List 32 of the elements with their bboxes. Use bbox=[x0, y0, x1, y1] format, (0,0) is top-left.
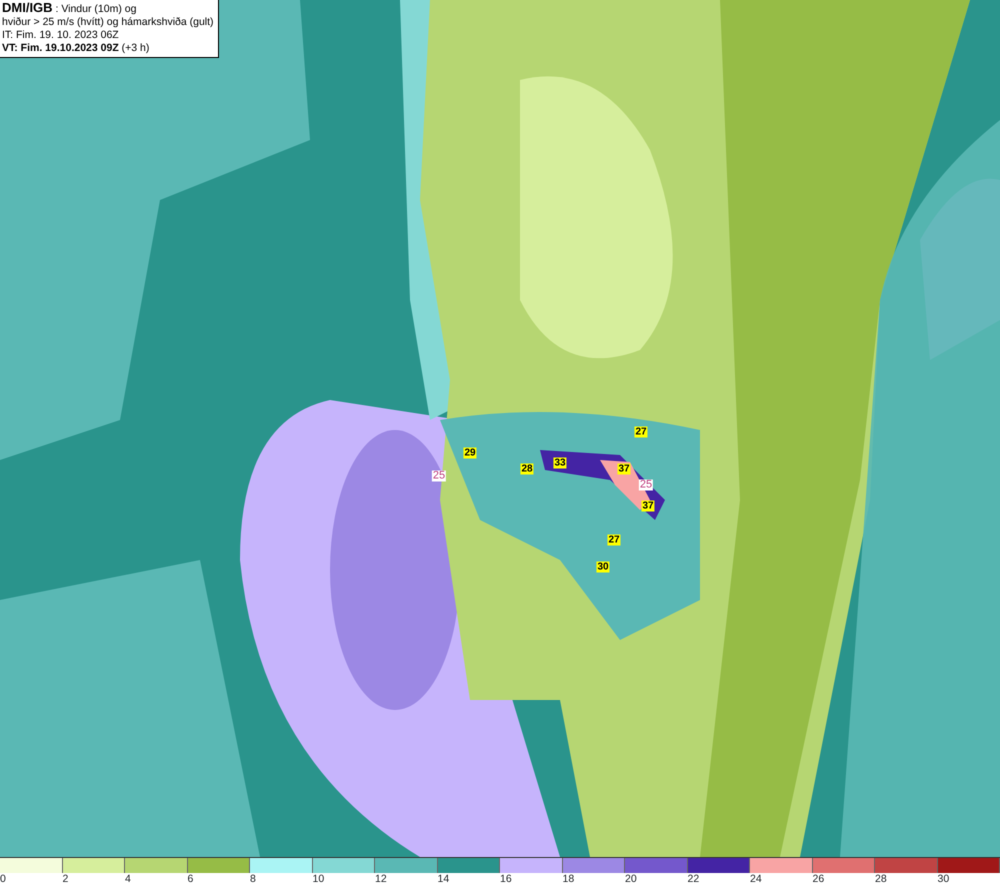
map-source: DMI/IGB bbox=[2, 0, 53, 15]
valid-time: VT: Fim. 19.10.2023 09Z bbox=[2, 42, 119, 54]
legend-tick: 2 bbox=[62, 873, 68, 885]
contour-label: 25 bbox=[638, 480, 654, 490]
legend-tick: 24 bbox=[750, 873, 762, 885]
gust-label: 27 bbox=[634, 426, 648, 438]
map-subtitle: hviður > 25 m/s (hvítt) og hámarkshviða (gult) bbox=[2, 16, 214, 28]
map-title: : Vindur (10m) og bbox=[55, 3, 136, 15]
legend-tick: 26 bbox=[812, 873, 824, 885]
legend-tick: 22 bbox=[688, 873, 700, 885]
legend-tick: 6 bbox=[188, 873, 194, 885]
legend-tick: 12 bbox=[375, 873, 387, 885]
gust-label: 30 bbox=[596, 562, 610, 572]
gust-label: 27 bbox=[607, 534, 621, 546]
gust-label: 37 bbox=[617, 464, 631, 474]
legend-tick: 20 bbox=[625, 873, 637, 885]
contour-label: 25 bbox=[432, 470, 446, 482]
gust-label: 37 bbox=[641, 500, 655, 512]
legend-tick: 10 bbox=[312, 873, 324, 885]
legend-tick: 18 bbox=[562, 873, 574, 885]
time-offset: (+3 h) bbox=[122, 42, 150, 54]
legend-tick: 4 bbox=[125, 873, 131, 885]
gust-label: 28 bbox=[520, 464, 534, 474]
gust-label: 29 bbox=[463, 448, 477, 458]
legend-tick: 0 bbox=[0, 873, 6, 885]
legend-tick: 8 bbox=[250, 873, 256, 885]
legend-tick: 16 bbox=[500, 873, 512, 885]
gust-label: 33 bbox=[553, 458, 567, 468]
legend-tick: 28 bbox=[875, 873, 887, 885]
initial-time: IT: Fim. 19. 10. 2023 06Z bbox=[2, 29, 119, 41]
legend-tick: 30 bbox=[938, 873, 950, 885]
legend-tick: 14 bbox=[438, 873, 450, 885]
